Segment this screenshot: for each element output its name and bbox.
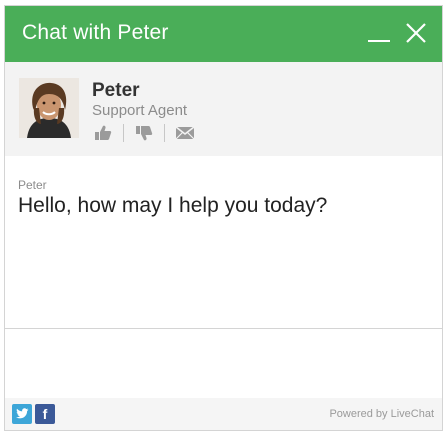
message-list: Peter Hello, how may I help you today? bbox=[5, 156, 442, 328]
chat-footer: f Powered by LiveChat bbox=[5, 398, 442, 430]
twitter-button[interactable] bbox=[12, 404, 32, 424]
social-buttons: f bbox=[12, 404, 55, 424]
thumbs-up-icon bbox=[95, 125, 112, 140]
rating-bar bbox=[91, 122, 197, 144]
close-button[interactable] bbox=[403, 20, 429, 46]
rate-bad-button[interactable] bbox=[132, 122, 156, 144]
agent-role: Support Agent bbox=[92, 102, 188, 119]
chat-header: Chat with Peter bbox=[5, 6, 442, 62]
message-author: Peter bbox=[18, 178, 47, 192]
separator bbox=[123, 124, 124, 142]
thumbs-down-icon bbox=[136, 126, 153, 141]
avatar bbox=[19, 78, 79, 138]
email-transcript-button[interactable] bbox=[173, 122, 197, 144]
chat-window: Chat with Peter Peter Support Agent Pete… bbox=[4, 5, 443, 431]
facebook-icon: f bbox=[42, 406, 48, 422]
minimize-button[interactable] bbox=[365, 22, 393, 48]
powered-by-link[interactable]: Powered by LiveChat bbox=[329, 408, 434, 420]
agent-name: Peter bbox=[92, 80, 140, 101]
email-icon bbox=[175, 126, 195, 140]
twitter-icon bbox=[16, 408, 29, 419]
close-icon bbox=[406, 23, 426, 43]
agent-panel: Peter Support Agent bbox=[5, 62, 442, 156]
separator bbox=[164, 124, 165, 142]
chat-title: Chat with Peter bbox=[22, 21, 169, 44]
facebook-button[interactable]: f bbox=[35, 404, 55, 424]
rate-good-button[interactable] bbox=[91, 122, 115, 144]
message-text: Hello, how may I help you today? bbox=[18, 194, 328, 217]
message-input[interactable] bbox=[5, 328, 442, 398]
